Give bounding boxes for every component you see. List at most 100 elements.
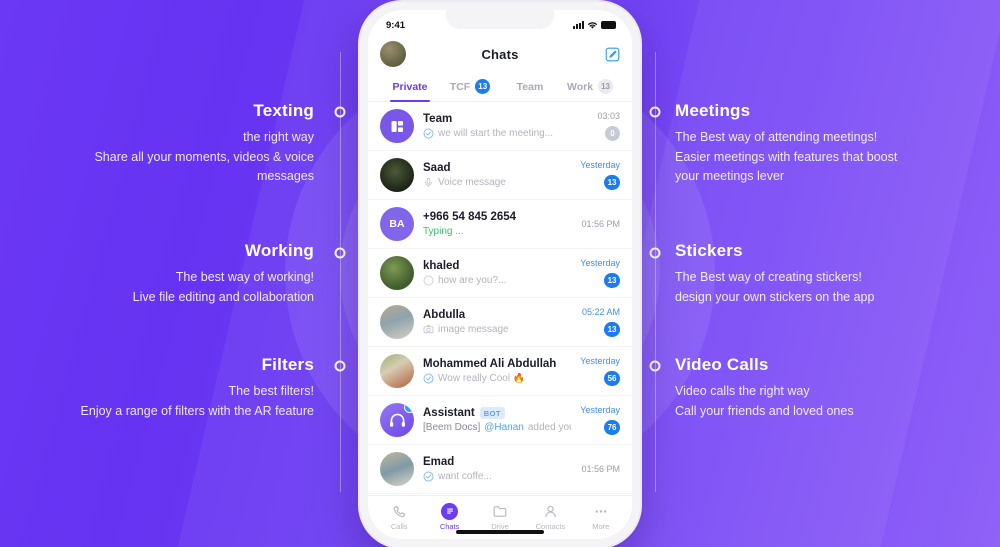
check-circle-icon: [423, 471, 434, 482]
chat-time: 01:56 PM: [581, 219, 620, 229]
avatar[interactable]: [380, 452, 414, 486]
chat-name: Assistant: [423, 407, 475, 419]
verified-check-icon: [404, 403, 414, 413]
chat-item-body: Team we will start the meeting...: [423, 113, 588, 139]
chat-preview-text: we will start the meeting...: [438, 128, 554, 139]
chat-preview-text: how are you?...: [438, 275, 507, 286]
chat-list-item[interactable]: Assistant BOT [Beem Docs] @Hanan added y…: [368, 396, 632, 445]
connector-rail-left: [340, 52, 341, 492]
connector-dot-stickers: [649, 247, 661, 259]
chat-preview: how are you?...: [423, 275, 571, 286]
unread-badge: 56: [604, 371, 620, 386]
chat-list-item[interactable]: Emad want coffe... 01:56 PM: [368, 445, 632, 494]
nav-item-chats[interactable]: Chats: [424, 502, 474, 531]
feature-line: Video calls the right way: [675, 384, 810, 399]
chat-item-meta: Yesterday 13: [580, 160, 620, 190]
nav-item-more[interactable]: More: [576, 503, 626, 531]
chat-item-header: Emad: [423, 456, 572, 468]
avatar[interactable]: [380, 403, 414, 437]
feature-filters: Filters The best filters! Enjoy a range …: [0, 352, 314, 421]
connector-rail-right: [655, 52, 656, 492]
unread-badge: 13: [604, 322, 620, 337]
chat-list-item[interactable]: khaled how are you?... Yesterday 13: [368, 249, 632, 298]
chat-icon: [441, 502, 459, 520]
chat-name: Team: [423, 113, 453, 125]
chat-list-item[interactable]: BA +966 54 845 2654 Typing ... 01:56 PM: [368, 200, 632, 249]
feature-line: The Best way of attending meetings!: [675, 130, 878, 145]
feature-title: Stickers: [675, 241, 743, 260]
chat-preview-text: Typing ...: [423, 226, 464, 237]
feature-line: Call your friends and loved ones: [675, 403, 854, 418]
feature-line: Easier meetings with features that boost: [675, 149, 898, 164]
nav-item-drive[interactable]: Drive: [475, 503, 525, 531]
nav-item-calls[interactable]: Calls: [374, 503, 424, 531]
connector-dot-video-calls: [649, 360, 661, 372]
tab-label: Work: [566, 80, 594, 93]
feature-line: your meetings lever: [675, 169, 785, 184]
chat-name: Emad: [423, 456, 455, 468]
phone-notch: [446, 10, 554, 29]
tab-private[interactable]: Private: [380, 72, 440, 102]
person-icon: [543, 503, 558, 520]
compose-icon[interactable]: [594, 47, 620, 62]
chat-item-meta: 05:22 AM 13: [582, 307, 620, 337]
chat-item-meta: Yesterday 76: [580, 405, 620, 435]
tab-label: TCF: [449, 80, 471, 93]
chat-filter-tabs[interactable]: Private TCF 13 Team Work 13: [368, 72, 632, 102]
chat-list[interactable]: Team we will start the meeting... 03:03: [368, 102, 632, 495]
chat-list-item[interactable]: Saad Voice message Yesterday 13: [368, 151, 632, 200]
chat-time: Yesterday: [580, 405, 620, 415]
chat-item-body: Saad Voice message: [423, 162, 571, 188]
feature-title: Texting: [253, 101, 314, 120]
unread-badge: 13: [604, 175, 620, 190]
avatar[interactable]: BA: [380, 207, 414, 241]
chat-item-header: Abdulla: [423, 309, 573, 321]
chat-name: Saad: [423, 162, 451, 174]
tab-badge: 13: [598, 79, 614, 94]
chat-time: Yesterday: [580, 356, 620, 366]
status-bar-time: 9:41: [386, 19, 406, 31]
chat-name: khaled: [423, 260, 460, 272]
feature-texting: Texting the right way Share all your mom…: [14, 98, 314, 186]
chat-list-item[interactable]: Mohammed Ali Abdullah Wow really Cool 🔥 …: [368, 347, 632, 396]
nav-item-contacts[interactable]: Contacts: [525, 503, 575, 531]
app-header: Chats: [368, 36, 632, 72]
chat-item-meta: 01:56 PM: [581, 464, 620, 474]
connector-dot-texting: [334, 106, 346, 118]
chat-list-item[interactable]: Abdulla image message 05:22 AM 13: [368, 298, 632, 347]
avatar[interactable]: [380, 354, 414, 388]
avatar-initials: BA: [389, 218, 405, 230]
avatar[interactable]: [380, 109, 414, 143]
chat-list-item[interactable]: Team we will start the meeting... 03:03: [368, 102, 632, 151]
battery-icon: [601, 21, 616, 29]
check-circle-icon: [423, 373, 434, 384]
tab-label: Private: [392, 80, 428, 93]
avatar[interactable]: [380, 158, 414, 192]
feature-line: The best filters!: [228, 384, 314, 399]
tab-work[interactable]: Work 13: [560, 72, 620, 101]
chat-preview: Voice message: [423, 177, 571, 188]
feature-video-calls: Video Calls Video calls the right way Ca…: [675, 352, 975, 421]
avatar[interactable]: [380, 41, 406, 67]
chat-preview-text: want coffe...: [438, 471, 492, 482]
nav-label: Calls: [390, 521, 408, 531]
cellular-signal-icon: [573, 21, 584, 29]
chat-item-header: khaled: [423, 260, 571, 272]
feature-title: Filters: [261, 355, 314, 374]
camera-icon: [423, 325, 434, 334]
avatar[interactable]: [380, 256, 414, 290]
tab-team[interactable]: Team: [500, 72, 560, 101]
connector-dot-filters: [334, 360, 346, 372]
home-indicator: [456, 530, 544, 534]
chat-item-meta: Yesterday 13: [580, 258, 620, 288]
chat-item-header: Assistant BOT: [423, 407, 571, 419]
chat-item-meta: Yesterday 56: [580, 356, 620, 386]
bot-tag: BOT: [479, 407, 505, 419]
tab-tcf[interactable]: TCF 13: [440, 72, 500, 101]
feature-line: Live file editing and collaboration: [132, 289, 314, 304]
chat-preview-text: image message: [438, 324, 509, 335]
chat-preview: [Beem Docs] @Hanan added you a...: [423, 422, 571, 433]
avatar[interactable]: [380, 305, 414, 339]
tab-badge: 13: [475, 79, 491, 94]
chat-item-body: Assistant BOT [Beem Docs] @Hanan added y…: [423, 407, 571, 433]
